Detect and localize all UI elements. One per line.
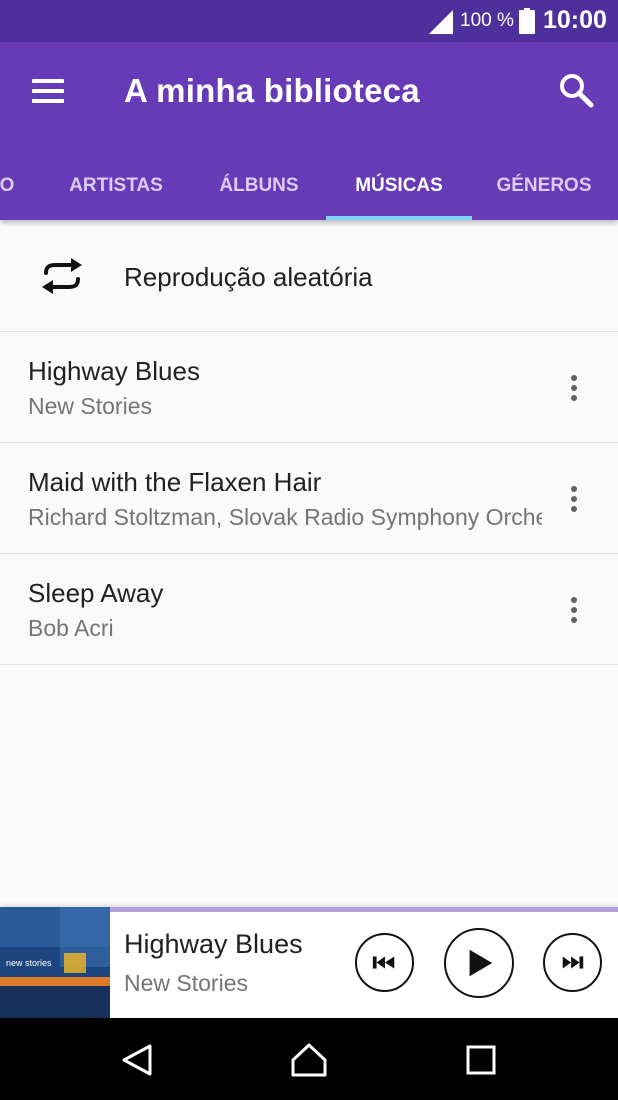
- shuffle-label: Reprodução aleatória: [124, 262, 373, 292]
- song-title: Sleep Away: [28, 578, 164, 608]
- skip-next-icon: [562, 956, 584, 969]
- song-list: Highway Blues New Stories Maid with the …: [0, 332, 618, 665]
- song-title: Maid with the Flaxen Hair: [28, 467, 322, 497]
- mini-player: new stories Highway Blues New Stories: [0, 907, 618, 1018]
- home-icon[interactable]: [289, 1040, 329, 1080]
- tab-artistas[interactable]: ARTISTAS: [60, 152, 172, 220]
- song-row[interactable]: Maid with the Flaxen Hair Richard Stoltz…: [0, 443, 618, 554]
- more-options-icon[interactable]: [560, 588, 588, 628]
- page-title: A minha biblioteca: [124, 72, 420, 109]
- more-options-icon[interactable]: [560, 366, 588, 406]
- album-art-image: new stories: [0, 907, 110, 1018]
- recent-apps-icon[interactable]: [461, 1040, 501, 1080]
- shuffle-repeat-icon: [42, 258, 82, 294]
- tab-albuns[interactable]: ÁLBUNS: [206, 152, 312, 220]
- song-artist: Richard Stoltzman, Slovak Radio Symphony…: [28, 504, 542, 530]
- previous-track-button[interactable]: [355, 933, 414, 992]
- system-navigation-bar: [0, 1018, 618, 1100]
- status-bar: 100 % 10:00: [0, 0, 618, 42]
- playback-progress-bar: [110, 907, 618, 912]
- shuffle-all-row[interactable]: Reprodução aleatória: [0, 220, 618, 332]
- album-art[interactable]: new stories: [0, 907, 110, 1018]
- play-button[interactable]: [444, 928, 514, 998]
- song-artist: New Stories: [28, 393, 152, 419]
- hamburger-menu-icon[interactable]: [30, 75, 66, 107]
- app-bar: A minha biblioteca O ARTISTAS ÁLBUNS MÚS…: [0, 42, 618, 220]
- song-artist: Bob Acri: [28, 615, 114, 641]
- battery-percent: 100 %: [460, 10, 514, 31]
- signal-strength-icon: [429, 10, 453, 34]
- play-icon: [469, 949, 493, 977]
- next-track-button[interactable]: [543, 933, 602, 992]
- tab-musicas[interactable]: MÚSICAS: [326, 152, 472, 220]
- song-row[interactable]: Sleep Away Bob Acri: [0, 554, 618, 665]
- song-row[interactable]: Highway Blues New Stories: [0, 332, 618, 443]
- skip-previous-icon: [372, 956, 395, 969]
- tab-bar: O ARTISTAS ÁLBUNS MÚSICAS GÉNEROS: [0, 152, 618, 220]
- now-playing-artist: New Stories: [124, 970, 248, 996]
- more-options-icon[interactable]: [560, 477, 588, 517]
- back-icon[interactable]: [118, 1040, 158, 1080]
- song-title: Highway Blues: [28, 356, 200, 386]
- now-playing-title: Highway Blues: [124, 929, 303, 959]
- clock: 10:00: [543, 6, 607, 34]
- battery-icon: [519, 8, 535, 34]
- album-art-text: new stories: [6, 958, 52, 968]
- search-icon[interactable]: [556, 70, 596, 110]
- tab-partial[interactable]: O: [0, 152, 14, 220]
- tab-generos[interactable]: GÉNEROS: [488, 152, 600, 220]
